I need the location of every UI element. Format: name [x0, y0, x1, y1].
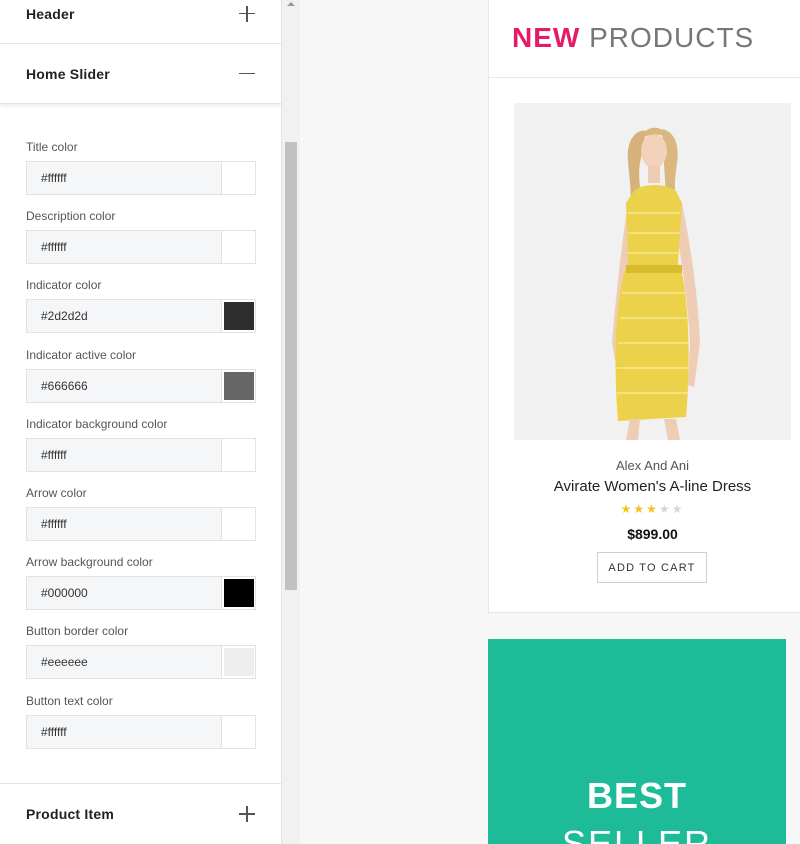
star-icon: ★ [658, 502, 672, 516]
color-field: Button border color #eeeeee [26, 623, 256, 679]
color-field-label: Indicator color [26, 278, 102, 292]
color-field: Arrow color #ffffff [26, 485, 256, 541]
color-swatch [223, 164, 254, 192]
color-swatch [223, 441, 254, 469]
section-header-label: Header [26, 5, 75, 22]
new-products-block: NEW PRODUCTS Alex And Ani Avirate Women'… [488, 0, 800, 613]
color-swatch-button[interactable] [221, 577, 255, 609]
plus-icon[interactable] [238, 5, 256, 23]
color-swatch-button[interactable] [221, 716, 255, 748]
star-icon: ★ [620, 502, 634, 516]
section-product-item-label: Product Item [26, 806, 114, 822]
color-swatch [223, 718, 254, 746]
star-icon: ★ [646, 502, 659, 516]
color-field: Indicator color #2d2d2d [26, 277, 256, 333]
color-hex-input[interactable]: #ffffff [27, 231, 221, 263]
color-field: Indicator active color #666666 [26, 347, 256, 403]
section-header-toggle[interactable]: Header [0, 0, 281, 44]
color-swatch-button[interactable] [221, 646, 255, 678]
best-seller-banner[interactable]: BEST SELLER [488, 639, 786, 844]
settings-panel: Header Home Slider Title color #ffffff Des… [0, 0, 282, 844]
color-picker: #ffffff [26, 715, 256, 749]
product-brand[interactable]: Alex And Ani [514, 458, 791, 473]
color-field-label: Arrow color [26, 486, 87, 500]
section-home-slider-label: Home Slider [26, 65, 110, 82]
title-rest: PRODUCTS [589, 22, 755, 53]
color-field: Title color #ffffff [26, 139, 256, 195]
new-products-title: NEW PRODUCTS [512, 22, 754, 54]
scroll-up-arrow-icon[interactable] [287, 2, 295, 6]
product-image[interactable] [514, 103, 791, 440]
color-swatch [223, 579, 254, 607]
color-picker: #2d2d2d [26, 299, 256, 333]
color-swatch-button[interactable] [221, 370, 255, 402]
color-picker: #ffffff [26, 438, 256, 472]
star-icon: ★ [633, 502, 647, 516]
color-picker: #666666 [26, 369, 256, 403]
best-seller-line1: BEST [586, 775, 687, 816]
section-product-item-toggle[interactable]: Product Item [0, 783, 281, 844]
color-picker: #ffffff [26, 230, 256, 264]
dress-model-image [514, 103, 791, 440]
product-rating: ★★★★★ [514, 502, 791, 516]
color-field: Button text color #ffffff [26, 693, 256, 749]
color-picker: #ffffff [26, 161, 256, 195]
color-hex-input[interactable]: #ffffff [27, 508, 221, 540]
color-hex-input[interactable]: #000000 [27, 577, 221, 609]
divider [489, 77, 800, 78]
color-swatch-button[interactable] [221, 300, 255, 332]
color-picker: #ffffff [26, 507, 256, 541]
color-picker: #eeeeee [26, 645, 256, 679]
color-field-label: Indicator background color [26, 417, 168, 431]
product-name[interactable]: Avirate Women's A-line Dress [514, 478, 791, 495]
color-picker: #000000 [26, 576, 256, 610]
star-icon: ★ [671, 502, 685, 516]
color-swatch [223, 372, 254, 400]
color-field-label: Title color [26, 140, 78, 154]
color-swatch [223, 648, 254, 676]
title-highlight: NEW [512, 22, 581, 53]
color-field-label: Arrow background color [26, 555, 153, 569]
color-field: Description color #ffffff [26, 208, 256, 264]
color-field-label: Button text color [26, 694, 113, 708]
best-seller-line2: SELLER [561, 823, 713, 844]
color-swatch-button[interactable] [221, 231, 255, 263]
section-home-slider-toggle[interactable]: Home Slider [0, 44, 281, 104]
color-hex-input[interactable]: #eeeeee [27, 646, 221, 678]
color-swatch [223, 510, 254, 538]
panel-scrollbar[interactable] [282, 0, 300, 844]
color-hex-input[interactable]: #ffffff [27, 716, 221, 748]
color-field-label: Description color [26, 209, 116, 223]
color-field: Arrow background color #000000 [26, 554, 256, 610]
color-swatch-button[interactable] [221, 439, 255, 471]
color-hex-input[interactable]: #ffffff [27, 439, 221, 471]
color-field-label: Indicator active color [26, 348, 137, 362]
color-field-label: Button border color [26, 624, 129, 638]
color-swatch-button[interactable] [221, 508, 255, 540]
color-swatch [223, 233, 254, 261]
product-price: $899.00 [627, 526, 678, 542]
color-hex-input[interactable]: #ffffff [27, 162, 221, 194]
color-hex-input[interactable]: #2d2d2d [27, 300, 221, 332]
color-swatch-button[interactable] [221, 162, 255, 194]
add-to-cart-button[interactable]: ADD TO CART [597, 552, 707, 583]
scrollbar-thumb[interactable] [285, 142, 297, 590]
color-swatch [223, 302, 254, 330]
plus-icon[interactable] [238, 805, 256, 823]
color-field: Indicator background color #ffffff [26, 416, 256, 472]
minus-icon[interactable] [238, 65, 256, 83]
color-hex-input[interactable]: #666666 [27, 370, 221, 402]
